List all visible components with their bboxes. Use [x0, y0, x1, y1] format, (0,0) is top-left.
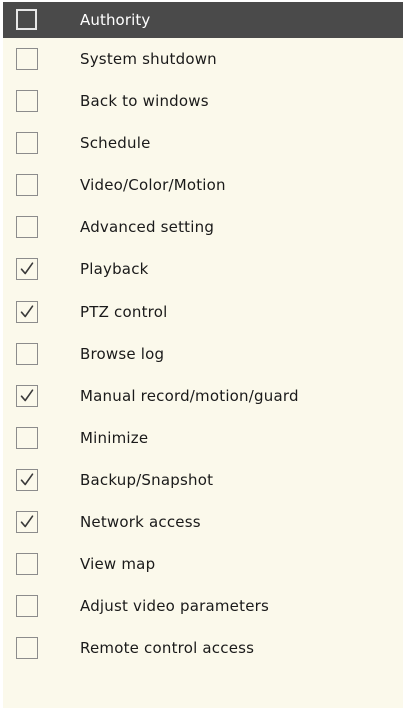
checkmark-icon: [20, 262, 34, 275]
permission-checkbox[interactable]: [16, 48, 38, 70]
authority-row[interactable]: Network access: [3, 501, 403, 543]
permission-checkbox[interactable]: [16, 174, 38, 197]
permission-label: Backup/Snapshot: [80, 470, 214, 489]
permission-label: Minimize: [80, 428, 149, 447]
permission-label: PTZ control: [80, 302, 168, 321]
permission-label: Back to windows: [80, 92, 209, 111]
permission-label: Video/Color/Motion: [80, 176, 226, 195]
permission-checkbox[interactable]: [16, 637, 38, 660]
authority-header: Authority: [3, 2, 403, 38]
permission-checkbox[interactable]: [16, 553, 38, 576]
permission-label: Playback: [80, 260, 149, 279]
authority-header-label: Authority: [80, 11, 151, 29]
permission-checkbox[interactable]: [16, 468, 38, 491]
authority-row[interactable]: Adjust video parameters: [3, 585, 403, 627]
permission-checkbox[interactable]: [16, 342, 38, 365]
permission-checkbox[interactable]: [16, 90, 38, 113]
permission-checkbox[interactable]: [16, 300, 38, 323]
authority-row[interactable]: Video/Color/Motion: [3, 164, 403, 206]
authority-row[interactable]: Advanced setting: [3, 206, 403, 248]
permission-label: Browse log: [80, 344, 165, 363]
authority-row[interactable]: Remote control access: [3, 627, 403, 669]
permission-label: View map: [80, 555, 156, 574]
authority-list: System shutdown Back to windows Schedule Vi…: [3, 38, 403, 669]
permission-label: System shutdown: [80, 50, 217, 68]
select-all-checkbox[interactable]: [16, 9, 37, 30]
permission-checkbox[interactable]: [16, 426, 38, 449]
authority-row[interactable]: Backup/Snapshot: [3, 459, 403, 501]
authority-row[interactable]: Minimize: [3, 417, 403, 459]
authority-row[interactable]: Manual record/motion/guard: [3, 375, 403, 417]
permission-checkbox[interactable]: [16, 511, 38, 534]
permission-label: Remote control access: [80, 639, 255, 658]
authority-row[interactable]: System shutdown: [3, 38, 403, 80]
authority-panel: Authority System shutdown Back to windows…: [3, 2, 403, 708]
permission-label: Advanced setting: [80, 218, 215, 237]
authority-row[interactable]: PTZ control: [3, 291, 403, 333]
permission-label: Adjust video parameters: [80, 597, 270, 616]
permission-label: Network access: [80, 513, 201, 532]
permission-label: Schedule: [80, 134, 151, 153]
authority-row[interactable]: Playback: [3, 248, 403, 290]
permission-checkbox[interactable]: [16, 216, 38, 239]
checkmark-icon: [20, 473, 34, 486]
checkmark-icon: [20, 515, 34, 528]
checkmark-icon: [20, 304, 34, 317]
permission-checkbox[interactable]: [16, 132, 38, 155]
permission-checkbox[interactable]: [16, 258, 38, 281]
authority-row[interactable]: View map: [3, 543, 403, 585]
permission-checkbox[interactable]: [16, 595, 38, 618]
authority-row[interactable]: Schedule: [3, 122, 403, 164]
permission-checkbox[interactable]: [16, 384, 38, 407]
authority-row[interactable]: Browse log: [3, 333, 403, 375]
checkmark-icon: [20, 389, 34, 402]
permission-label: Manual record/motion/guard: [80, 386, 299, 405]
authority-row[interactable]: Back to windows: [3, 80, 403, 122]
